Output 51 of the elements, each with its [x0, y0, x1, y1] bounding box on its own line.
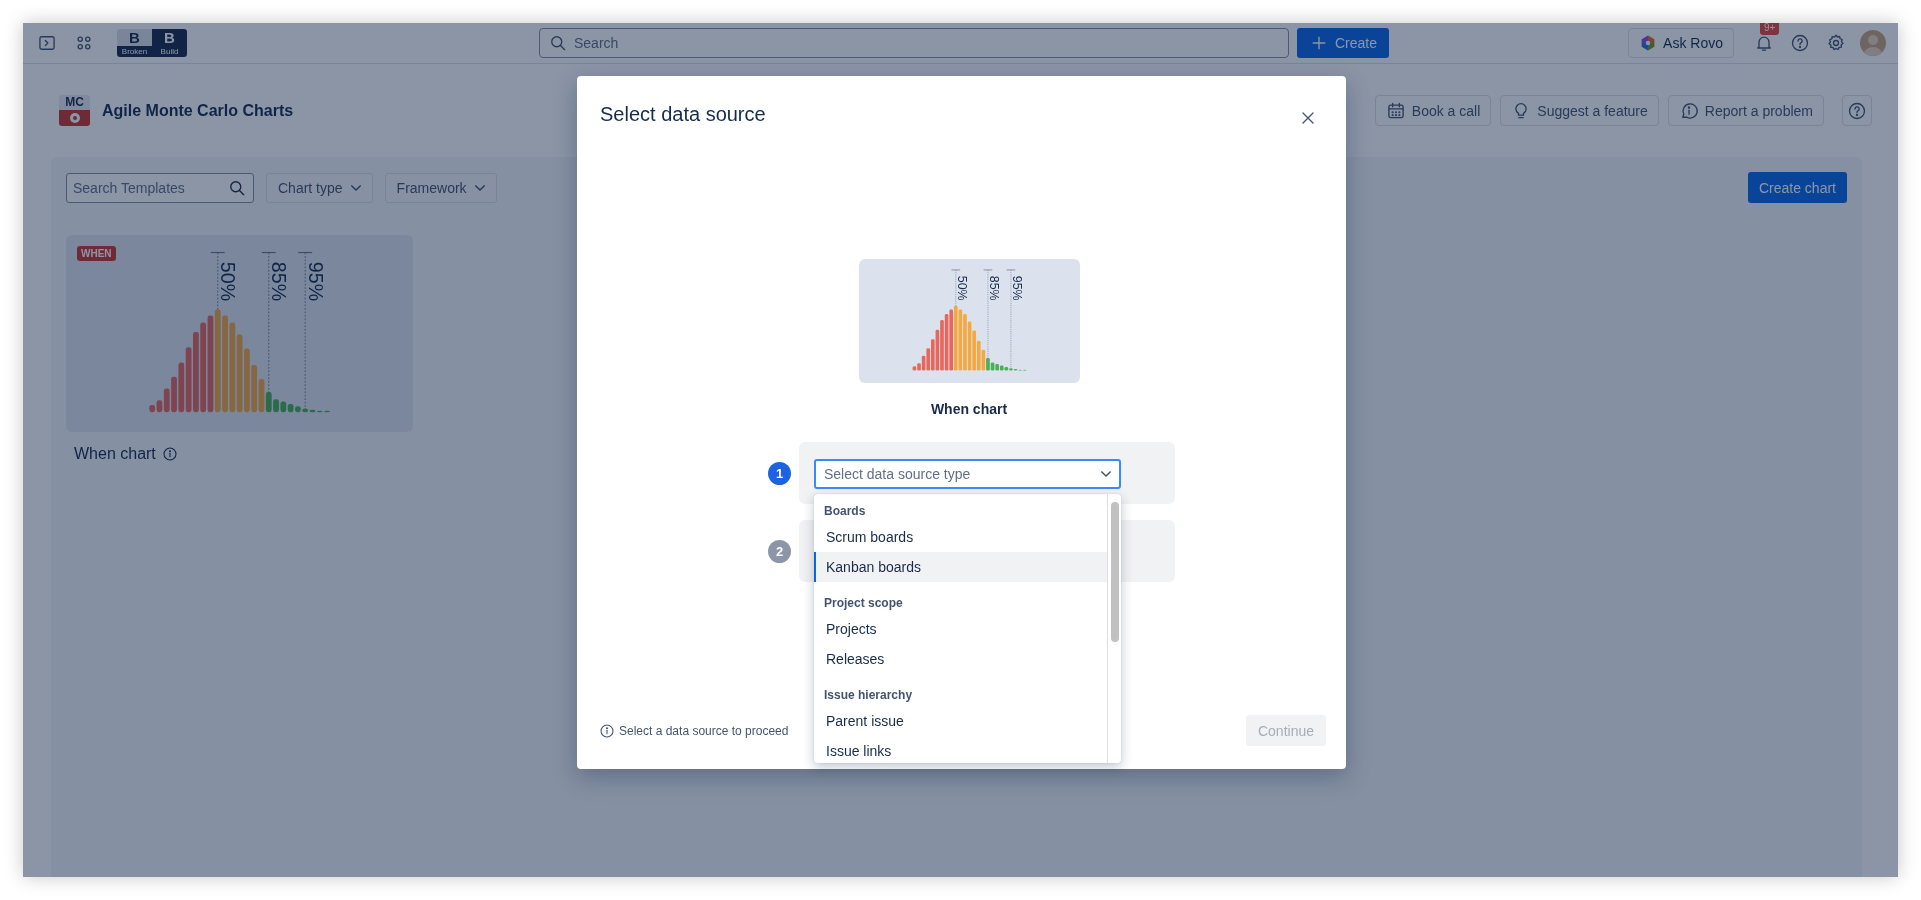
dropdown-option[interactable]: Issue links [814, 736, 1107, 763]
create-chart-button[interactable]: Create chart [1747, 172, 1847, 203]
percentile-label: 85% [268, 261, 291, 302]
dropdown-option[interactable]: Parent issue [814, 706, 1107, 736]
search-icon [548, 33, 568, 53]
percentile-label: 50% [954, 275, 969, 301]
dropdown-option[interactable]: Kanban boards [814, 552, 1107, 582]
chevron-down-icon [474, 184, 485, 191]
group-header: Project scope [823, 595, 904, 612]
settings-icon [1826, 33, 1846, 53]
ask-rovo-button[interactable]: Ask Rovo [1628, 28, 1734, 58]
app-title: Agile Monte Carlo Charts [102, 101, 294, 120]
app-logo: MC [59, 95, 90, 126]
template-search-input[interactable]: Search Templates [73, 173, 227, 202]
sidebar-toggle-icon [37, 33, 57, 53]
step-number: 1 [768, 461, 791, 485]
chevron-down-icon [350, 184, 361, 191]
help-button[interactable] [1842, 95, 1872, 126]
chevron-down-icon [1101, 471, 1111, 477]
calendar-icon [1385, 100, 1406, 121]
template-search-field[interactable]: Search Templates [66, 172, 254, 203]
info-icon [599, 722, 615, 739]
template-title: When chart [74, 445, 156, 463]
hint-text: Select a data source to proceed [619, 723, 789, 738]
chart-type-tag: WHEN [77, 246, 116, 261]
group-header: Issue hierarchy [823, 687, 914, 704]
percentile-label: 95% [1009, 275, 1024, 301]
dropdown-option[interactable]: Scrum boards [814, 522, 1107, 552]
header-button[interactable]: Suggest a feature [1500, 95, 1659, 126]
dropdown-option[interactable]: Releases [814, 644, 1107, 674]
info-icon [161, 446, 178, 462]
select-input[interactable]: Select data source type [824, 461, 1095, 487]
company-logo[interactable]: B B Broken Build [117, 29, 187, 57]
notification-badge: 9+ [1760, 23, 1780, 35]
modal-title: Select data source [600, 102, 766, 126]
percentile-label: 95% [304, 261, 327, 302]
header-button[interactable]: Book a call [1374, 95, 1492, 126]
filter-dropdown[interactable]: Framework [384, 172, 497, 203]
header-button[interactable]: Report a problem [1667, 95, 1824, 126]
percentile-label: 85% [986, 275, 1001, 301]
filter-dropdown[interactable]: Chart type [266, 172, 373, 203]
preview-caption: When chart [930, 401, 1008, 417]
group-header: Boards [823, 503, 867, 520]
percentile-label: 50% [217, 261, 240, 302]
step-number: 2 [768, 539, 791, 563]
dropdown-option[interactable]: Projects [814, 614, 1107, 644]
template-card[interactable]: 50% 85% 95% WHEN [66, 235, 413, 432]
help-icon [1847, 100, 1867, 121]
help-icon [1790, 33, 1810, 53]
scroll-thumb[interactable] [1110, 502, 1119, 642]
create-button[interactable]: Create [1297, 28, 1390, 58]
